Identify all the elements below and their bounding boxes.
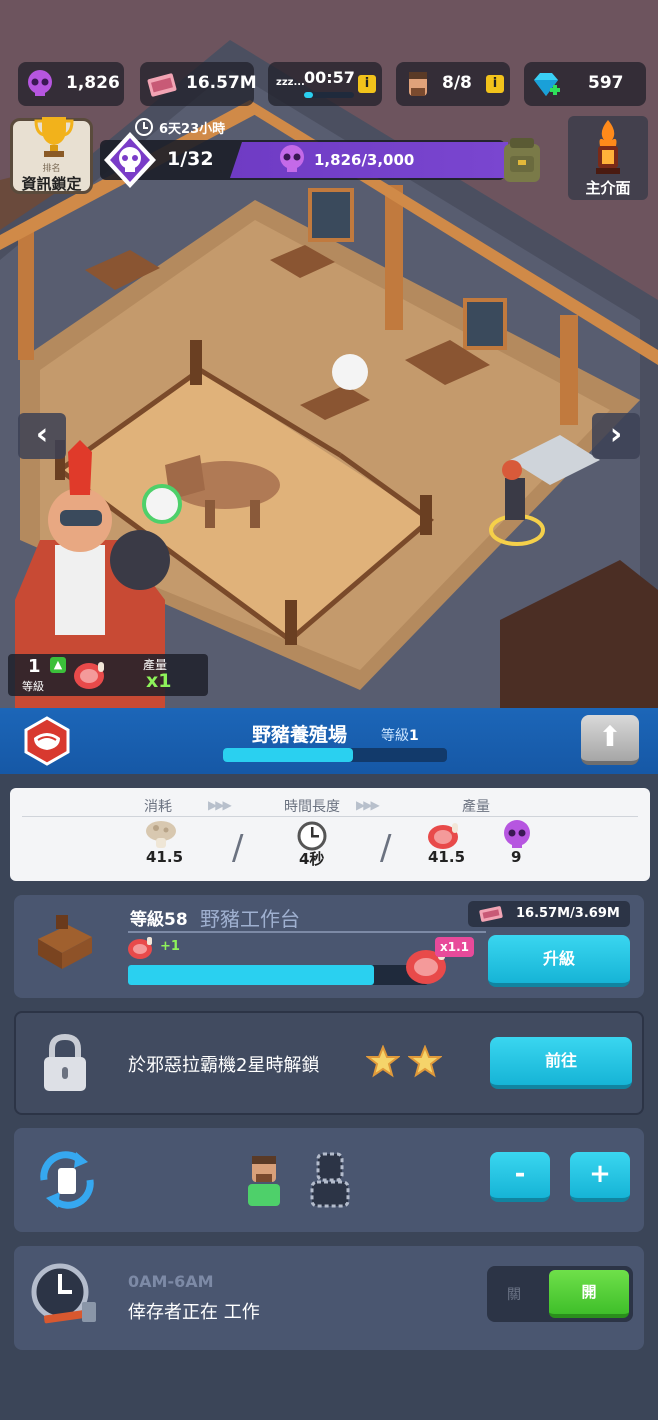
cash-icon [146, 68, 178, 100]
purple-skull-icon [24, 68, 56, 100]
skull-count: 1,826 [66, 73, 120, 93]
gem-count: 597 [588, 73, 624, 93]
workstation-card: 等級58 野豬工作台 16.57M/3.69M +1 x1.1 升級 [14, 895, 644, 998]
swap-worker-icon[interactable] [34, 1150, 100, 1214]
room-level-badge[interactable]: 1 ▲ 等級 產量 x1 [8, 654, 208, 696]
building-title: 野豬養殖場 [252, 724, 348, 746]
separator: / [232, 828, 244, 868]
meat-icon [126, 935, 156, 965]
sleep-info-button[interactable]: i [358, 75, 376, 93]
schedule-time: 0AM-6AM [128, 1272, 214, 1291]
production-summary: 消耗 ▶▶▶ 時間長度 ▶▶▶ 產量 41.5 / 4秒 / 41.5 9 [10, 788, 650, 881]
toggle-off-label[interactable]: 關 [507, 1284, 521, 1304]
sleep-label: zzz... [276, 77, 305, 88]
event-timer-value: 6天23小時 [159, 121, 226, 137]
meat-icon [72, 658, 108, 696]
duration-value: 4秒 [299, 850, 325, 868]
room-level-label: 等級 [22, 680, 44, 693]
survivor-count: 8/8 [442, 73, 472, 93]
info-locked-label: 資訊鎖定 [21, 175, 82, 193]
building-level: 等級1 [381, 725, 419, 745]
meat-category-icon [22, 716, 72, 770]
duration-label: 時間長度 [284, 799, 340, 815]
star-icon [365, 1044, 401, 1083]
chevrons-icon: ▶▶▶ [356, 798, 380, 812]
work-clock-hammer-icon [30, 1262, 102, 1336]
lantern-icon [588, 118, 628, 182]
separator: / [380, 828, 392, 868]
survivor-resource[interactable]: 8/8 i [396, 62, 510, 106]
cash-icon [478, 905, 504, 927]
schedule-status: 倖存者正在 工作 [128, 1302, 260, 1323]
building-upgrade-button[interactable]: ⬆ [581, 715, 639, 765]
main-menu-button[interactable]: 主介面 [568, 116, 648, 200]
diamond-plus-icon [530, 68, 562, 100]
worker-assignment-card: - + [14, 1128, 644, 1232]
building-level-progress [223, 748, 447, 762]
survivor-face-icon [402, 68, 434, 100]
level-up-arrow-icon: ▲ [50, 657, 66, 673]
assigned-worker-icon [246, 1154, 282, 1212]
remove-worker-button[interactable]: - [490, 1152, 550, 1202]
main-menu-label: 主介面 [585, 179, 631, 197]
workstation-upgrade-button[interactable]: 升級 [488, 935, 630, 987]
event-progress-count: 1/32 [167, 148, 214, 170]
game-scene[interactable]: 1,826 16.57M zzz... 00:57 i 8/8 i 597 排名… [0, 0, 658, 708]
output-multiplier: x1 [146, 670, 172, 692]
work-toggle[interactable]: 關 開 [487, 1266, 633, 1322]
workstation-progress [128, 965, 428, 985]
cash-resource[interactable]: 16.57M [140, 62, 257, 106]
workbench-icon [32, 909, 96, 979]
building-level-value: 1 [409, 728, 419, 744]
building-level-label: 等級 [381, 728, 409, 744]
event-skull-progress: 1,826/3,000 [314, 151, 415, 169]
previous-room-button[interactable]: ‹ [18, 413, 66, 459]
consume-value: 41.5 [146, 848, 184, 866]
empty-worker-slot-icon[interactable] [308, 1150, 352, 1214]
event-skull-hex-icon [100, 130, 160, 190]
output-label: 產量 [462, 799, 490, 815]
backpack-icon[interactable] [500, 134, 544, 188]
building-header: 野豬養殖場 等級1 ⬆ [0, 708, 658, 774]
sleep-timer[interactable]: zzz... 00:57 i [268, 62, 382, 106]
toggle-on-button[interactable]: 開 [549, 1270, 629, 1318]
survivor-info-button[interactable]: i [486, 75, 504, 93]
room-level-number: 1 [28, 656, 41, 677]
consume-label: 消耗 [144, 799, 172, 815]
go-button[interactable]: 前往 [490, 1037, 632, 1089]
upgrade-cost-value: 16.57M/3.69M [516, 906, 620, 921]
trophy-icon [34, 115, 74, 165]
sleep-timer-value: 00:57 [304, 68, 355, 87]
skull-resource[interactable]: 1,826 [18, 62, 124, 106]
next-room-button[interactable]: › [592, 413, 640, 459]
farm-room-illustration [0, 0, 658, 708]
leaderboard-button[interactable]: 排名 資訊鎖定 [10, 115, 93, 194]
padlock-icon [42, 1033, 88, 1097]
skull-output-value: 9 [511, 848, 522, 866]
workstation-name: 野豬工作台 [200, 907, 300, 931]
gem-resource[interactable]: 597 [524, 62, 646, 106]
sleep-progress [304, 92, 354, 98]
star-icon [407, 1044, 443, 1083]
locked-slot-card: 於邪惡拉霸機2星時解鎖 前往 [14, 1011, 644, 1115]
cash-amount: 16.57M [186, 73, 257, 93]
bonus-value: +1 [160, 939, 180, 954]
add-worker-button[interactable]: + [570, 1152, 630, 1202]
workstation-level: 等級58 [130, 910, 188, 930]
output-value: 41.5 [428, 848, 466, 866]
chevrons-icon: ▶▶▶ [208, 798, 232, 812]
multiplier-badge: x1.1 [435, 937, 474, 957]
upgrade-cost: 16.57M/3.69M [468, 901, 630, 927]
unlock-condition-text: 於邪惡拉霸機2星時解鎖 [128, 1055, 320, 1076]
event-skull-icon [277, 144, 307, 180]
